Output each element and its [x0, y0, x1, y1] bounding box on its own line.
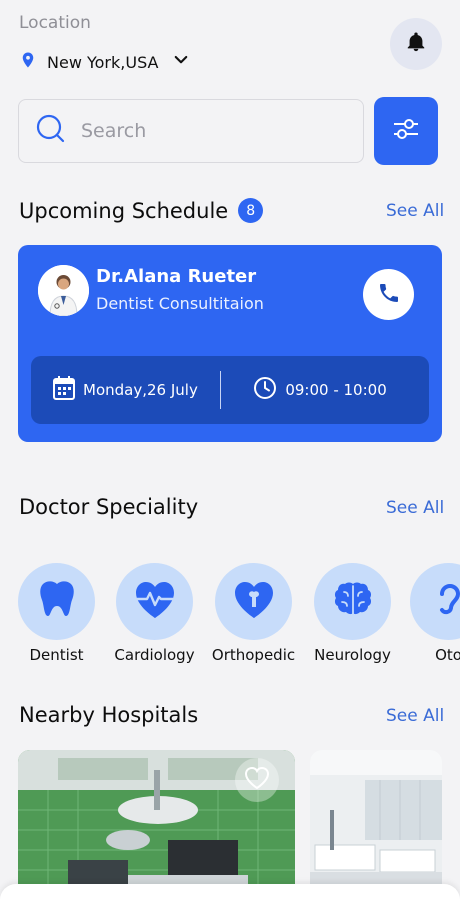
schedule-title: Upcoming Schedule — [19, 198, 229, 223]
speciality-icon-circle — [314, 563, 391, 640]
speciality-label: Dentist — [29, 646, 84, 664]
bottom-navigation — [0, 884, 460, 900]
schedule-date: Monday,26 July — [53, 376, 198, 404]
search-placeholder: Search — [81, 120, 147, 142]
search-icon — [35, 113, 67, 149]
speciality-item-cardiology[interactable]: Cardiology — [114, 563, 195, 664]
schedule-time: 09:00 - 10:00 — [253, 376, 387, 404]
ear-icon — [434, 580, 460, 624]
divider — [219, 371, 222, 409]
speciality-oto-inner: Oto — [410, 563, 460, 664]
heart-pulse-icon — [133, 580, 177, 624]
schedule-time-text: 09:00 - 10:00 — [285, 381, 387, 399]
bell-icon — [405, 31, 427, 57]
location-pin-icon — [19, 50, 37, 74]
chevron-down-icon — [172, 51, 190, 73]
speciality-label: Oto — [435, 646, 460, 664]
hospital-image-ward — [310, 750, 442, 900]
schedule-card[interactable]: Dr.Alana Rueter Dentist Consultitaion Mo… — [18, 245, 442, 442]
call-button[interactable] — [363, 269, 414, 320]
schedule-datetime-bar: Monday,26 July 09:00 - 10:00 — [31, 356, 429, 424]
doctor-name: Dr.Alana Rueter — [96, 266, 257, 287]
sliders-icon — [391, 114, 421, 148]
heart-outline-icon — [244, 766, 270, 794]
calendar-icon — [53, 376, 75, 404]
bone-heart-icon — [232, 580, 276, 624]
speciality-title: Doctor Speciality — [19, 495, 199, 519]
search-input[interactable]: Search — [18, 99, 364, 163]
speciality-see-all-link[interactable]: See All — [386, 498, 444, 518]
speciality-item-neurology[interactable]: Neurology — [314, 563, 391, 664]
doctor-avatar — [38, 265, 89, 316]
phone-icon — [377, 281, 401, 309]
favorite-button[interactable] — [235, 758, 279, 802]
schedule-see-all-link[interactable]: See All — [386, 201, 444, 221]
speciality-item-orthopedic[interactable]: Orthopedic — [211, 563, 296, 664]
location-label: Location — [19, 13, 91, 33]
speciality-label: Neurology — [314, 646, 391, 664]
speciality-item-oto[interactable]: Oto — [410, 563, 460, 673]
hospitals-title: Nearby Hospitals — [19, 703, 199, 727]
speciality-item-dentist[interactable]: Dentist — [18, 563, 95, 664]
schedule-header: Upcoming Schedule 8 — [19, 198, 264, 223]
brain-icon — [332, 580, 374, 624]
schedule-count-badge: 8 — [238, 198, 264, 223]
speciality-icon-circle — [18, 563, 95, 640]
speciality-label: Orthopedic — [211, 646, 296, 664]
location-city: New York,USA — [47, 52, 159, 72]
location-selector[interactable]: New York,USA — [19, 50, 190, 74]
speciality-label: Cardiology — [114, 646, 195, 664]
app-screen: Location New York,USA Search Upcoming Sc… — [0, 0, 460, 900]
speciality-icon-circle — [410, 563, 460, 640]
speciality-icon-circle — [215, 563, 292, 640]
filter-button[interactable] — [374, 97, 438, 165]
clock-icon — [253, 376, 277, 404]
hospital-card-2[interactable] — [310, 750, 442, 900]
tooth-icon — [38, 579, 76, 625]
doctor-role: Dentist Consultitaion — [96, 294, 264, 313]
schedule-date-text: Monday,26 July — [83, 381, 198, 399]
notification-button[interactable] — [390, 18, 442, 70]
speciality-icon-circle — [116, 563, 193, 640]
hospitals-see-all-link[interactable]: See All — [386, 706, 444, 726]
